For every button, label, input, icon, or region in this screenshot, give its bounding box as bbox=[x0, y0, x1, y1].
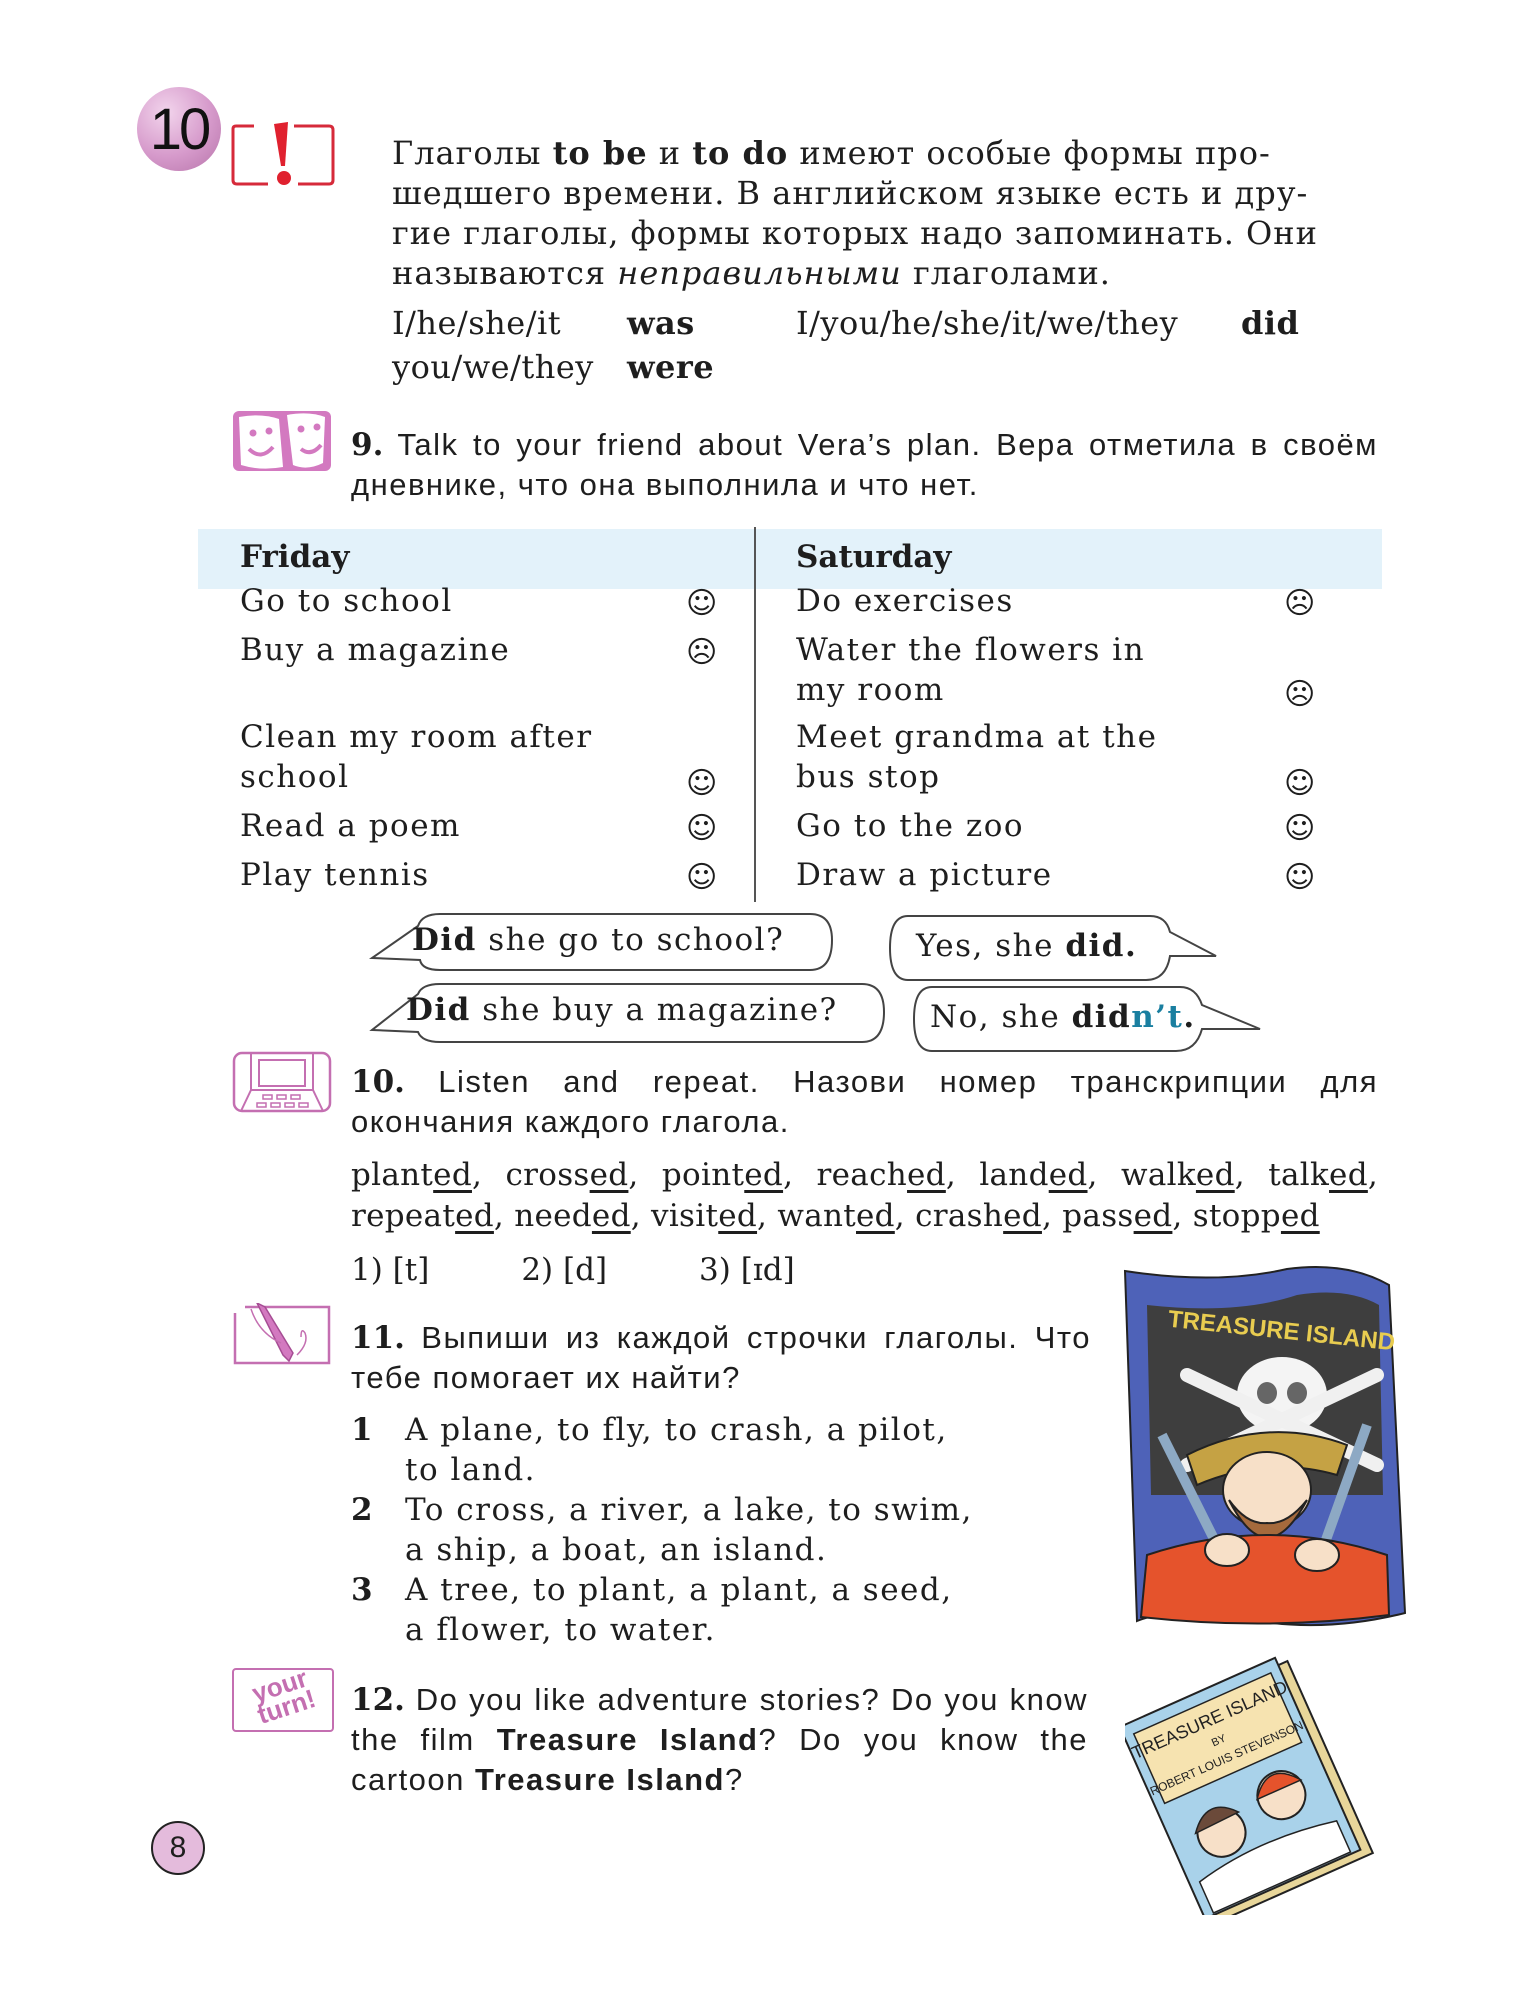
note-line-2: шедшего времени. В английском языке есть… bbox=[392, 174, 1309, 212]
saturday-task: Draw a picture bbox=[796, 857, 1053, 893]
lesson-number-badge: 10 bbox=[137, 87, 221, 171]
task-12-instructions: 12. Do you like adventure stories? Do yo… bbox=[351, 1682, 1089, 1797]
question-bubble-2: Did she buy a magazine? bbox=[369, 982, 888, 1048]
smiley-icon: ☺ bbox=[1284, 766, 1316, 801]
sound-option: 2) [d] bbox=[521, 1252, 608, 1288]
task-9-instructions: 9. Talk to your friend about Vera’s plan… bbox=[351, 427, 1378, 502]
verb-ending: ed bbox=[1133, 1198, 1173, 1234]
laptop-icon bbox=[232, 1051, 332, 1113]
verb-ending: ed bbox=[1280, 1198, 1320, 1234]
verb-ending: ed bbox=[591, 1198, 631, 1234]
verb-ending: ed bbox=[433, 1157, 472, 1193]
grammar-note: Глаголы to be и to do имеют особые формы… bbox=[392, 133, 1378, 293]
table-header bbox=[198, 529, 1382, 589]
verb-word: crashed bbox=[915, 1198, 1042, 1234]
verb-list: planted, crossed, pointed, reached, land… bbox=[351, 1157, 1378, 1234]
pen-writing-icon bbox=[233, 1303, 331, 1365]
verb-word: reached bbox=[816, 1157, 946, 1193]
verb-ending: ed bbox=[455, 1198, 494, 1234]
task-11-number: 11. bbox=[351, 1320, 405, 1356]
form-verb: did bbox=[1241, 304, 1300, 342]
smiley-icon: ☺ bbox=[1284, 811, 1316, 846]
answer-bubble-1: Yes, she did. bbox=[888, 914, 1218, 984]
page-number: 8 bbox=[169, 1831, 187, 1864]
frown-icon: ☹ bbox=[1284, 677, 1316, 712]
page-number-badge: 8 bbox=[151, 1821, 205, 1875]
saturday-task: Do exercises bbox=[796, 583, 1014, 619]
friday-task: Read a poem bbox=[240, 808, 461, 844]
list-item: 1 A plane, to fly, to crash, a pilot, to… bbox=[351, 1412, 948, 1488]
exclamation-icon bbox=[231, 122, 335, 186]
verb-ending: ed bbox=[744, 1157, 784, 1193]
note-line-4: называются неправильными глаголами. bbox=[392, 254, 1111, 292]
verb-word: wanted bbox=[777, 1198, 895, 1234]
saturday-task: Water the flowers in my room bbox=[796, 632, 1146, 708]
smiley-icon: ☺ bbox=[1284, 860, 1316, 895]
sound-options: 1) [t] 2) [d] 3) [ɪd] bbox=[351, 1252, 887, 1288]
friday-task: Play tennis bbox=[240, 857, 430, 893]
task-12-number: 12. bbox=[351, 1682, 405, 1718]
verb-ending: ed bbox=[1048, 1157, 1088, 1193]
verb-word: landed bbox=[979, 1157, 1088, 1193]
header-saturday: Saturday bbox=[796, 539, 952, 575]
header-friday: Friday bbox=[240, 539, 350, 575]
your-turn-icon: your turn! bbox=[232, 1663, 334, 1732]
verb-word: visited bbox=[651, 1198, 758, 1234]
form-verb: were bbox=[627, 348, 715, 386]
verb-word: needed bbox=[514, 1198, 631, 1234]
frown-icon: ☹ bbox=[686, 635, 718, 670]
treasure-island-poster-illustration: TREASURE ISLAND bbox=[1123, 1266, 1407, 1627]
column-divider bbox=[754, 527, 756, 902]
saturday-task: Go to the zoo bbox=[796, 808, 1025, 844]
verb-word: stopped bbox=[1192, 1198, 1320, 1234]
verb-word: passed bbox=[1062, 1198, 1173, 1234]
friday-task: Buy a magazine bbox=[240, 632, 511, 668]
sound-option: 1) [t] bbox=[351, 1252, 430, 1288]
verb-ending: ed bbox=[1329, 1157, 1368, 1193]
negation-highlight: n’t bbox=[1131, 999, 1184, 1035]
verb-word: talked bbox=[1268, 1157, 1368, 1193]
task-10-instructions: 10. Listen and repeat. Назови номер тран… bbox=[351, 1064, 1378, 1139]
theatre-masks-icon bbox=[233, 411, 331, 471]
verb-ending: ed bbox=[1003, 1198, 1042, 1234]
task-11-instructions: 11. Выпиши из каждой строчки глаголы. Чт… bbox=[351, 1320, 1091, 1395]
verb-ending: ed bbox=[907, 1157, 946, 1193]
verb-ending: ed bbox=[856, 1198, 895, 1234]
verb-word: pointed bbox=[661, 1157, 784, 1193]
friday-task: Go to school bbox=[240, 583, 453, 619]
verb-word: planted bbox=[351, 1157, 472, 1193]
frown-icon: ☹ bbox=[1284, 586, 1316, 621]
smiley-icon: ☺ bbox=[686, 766, 718, 801]
word-rows-list: 1 A plane, to fly, to crash, a pilot, to… bbox=[351, 1410, 1071, 1650]
treasure-island-book-illustration: TREASURE ISLAND BY ROBERT LOUIS STEVENSO… bbox=[1125, 1656, 1375, 1915]
smiley-icon: ☺ bbox=[686, 811, 718, 846]
verb-ending: ed bbox=[589, 1157, 629, 1193]
verb-ending: ed bbox=[1195, 1157, 1235, 1193]
note-line-3: гие глаголы, формы которых надо запомина… bbox=[392, 214, 1318, 252]
verb-word: walked bbox=[1121, 1157, 1235, 1193]
task-9-number: 9. bbox=[351, 427, 384, 463]
saturday-task: Meet grandma at the bus stop bbox=[796, 719, 1158, 795]
task-10-number: 10. bbox=[351, 1064, 405, 1100]
friday-task: Clean my room after school bbox=[240, 719, 593, 795]
list-item: 3 A tree, to plant, a plant, a seed, a f… bbox=[351, 1572, 953, 1648]
smiley-icon: ☺ bbox=[686, 860, 718, 895]
form-verb: was bbox=[627, 304, 695, 342]
smiley-icon: ☺ bbox=[686, 586, 718, 621]
form-subject: I/you/he/she/it/we/they bbox=[796, 304, 1179, 342]
list-item: 2 To cross, a river, a lake, to swim, a … bbox=[351, 1492, 973, 1568]
verb-word: repeated bbox=[351, 1198, 494, 1234]
verb-ending: ed bbox=[718, 1198, 758, 1234]
answer-bubble-2: No, she didn’t. bbox=[912, 985, 1262, 1055]
verb-word: crossed bbox=[505, 1157, 629, 1193]
sound-option: 3) [ɪd] bbox=[699, 1252, 795, 1288]
lesson-number: 10 bbox=[149, 96, 211, 162]
question-bubble-1: Did she go to school? bbox=[368, 912, 835, 978]
note-line-1: Глаголы to be и to do имеют особые формы… bbox=[392, 134, 1271, 172]
